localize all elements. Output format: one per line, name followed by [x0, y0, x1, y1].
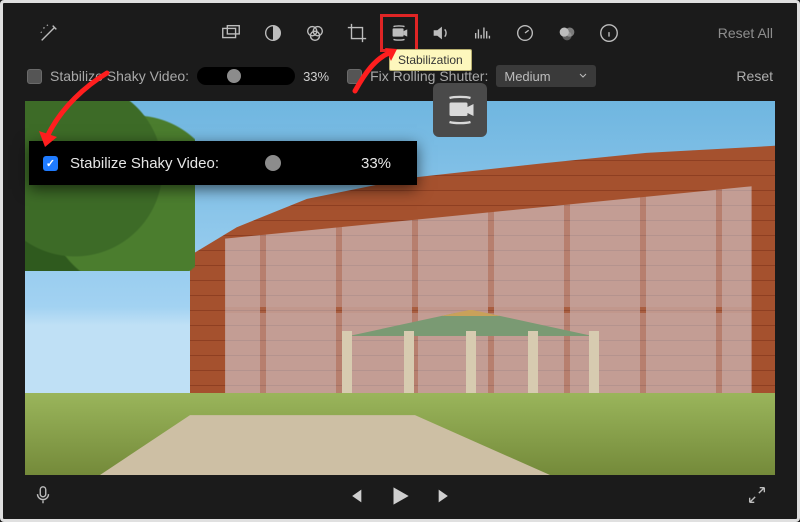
expand-icon[interactable] [743, 481, 771, 509]
top-toolbar: Reset All [3, 17, 797, 49]
chevron-down-icon [578, 71, 588, 81]
noise-reduction-icon[interactable] [469, 19, 497, 47]
fix-rolling-value: Medium [504, 69, 550, 84]
annotation-arrow-to-checkbox [33, 67, 123, 162]
volume-icon[interactable] [427, 19, 455, 47]
play-button[interactable] [387, 483, 413, 509]
stabilize-slider[interactable] [197, 67, 295, 85]
stabilize-percent: 33% [303, 69, 329, 84]
stabilization-icon[interactable] [385, 19, 413, 47]
next-button[interactable] [435, 485, 457, 507]
playback-controls [3, 479, 797, 513]
fix-rolling-dropdown[interactable]: Medium [496, 65, 596, 87]
stabilization-icon-large [433, 83, 487, 137]
reset-button[interactable]: Reset [736, 68, 773, 84]
info-icon[interactable] [595, 19, 623, 47]
filters-icon[interactable] [553, 19, 581, 47]
annotation-arrow-to-icon [347, 47, 407, 102]
magic-wand-icon[interactable] [35, 19, 63, 47]
color-correction-icon[interactable] [301, 19, 329, 47]
reset-all-button[interactable]: Reset All [718, 25, 773, 41]
imovie-stabilization-panel: Reset All Stabilize Shaky Video: 33% Fix… [0, 0, 800, 522]
microphone-icon[interactable] [29, 481, 57, 509]
stabilize-percent-enlarged: 33% [361, 155, 391, 172]
stabilize-slider-enlarged[interactable] [231, 152, 349, 174]
overlay-icon[interactable] [217, 19, 245, 47]
speed-icon[interactable] [511, 19, 539, 47]
prev-button[interactable] [343, 485, 365, 507]
color-balance-icon[interactable] [259, 19, 287, 47]
crop-icon[interactable] [343, 19, 371, 47]
